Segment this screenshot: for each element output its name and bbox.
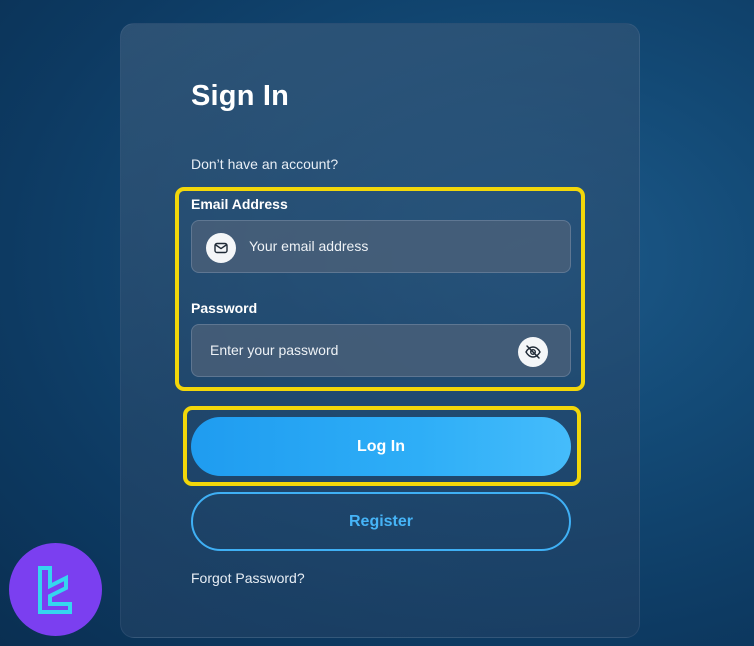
password-placeholder: Enter your password [210,342,339,358]
password-field[interactable]: Enter your password [191,324,571,377]
no-account-link[interactable]: Don’t have an account? [191,156,338,172]
signin-card: Sign In Don’t have an account? Email Add… [120,23,640,638]
email-label: Email Address [191,196,288,212]
login-button[interactable]: Log In [191,417,571,476]
page-title: Sign In [191,80,290,112]
eye-off-icon[interactable] [518,337,548,367]
password-label: Password [191,300,258,316]
register-button[interactable]: Register [191,492,571,551]
email-field[interactable]: Your email address [191,220,571,273]
mail-icon [206,233,236,263]
brand-logo-icon [37,565,72,614]
brand-logo [9,543,102,636]
forgot-password-link[interactable]: Forgot Password? [191,570,305,586]
email-placeholder: Your email address [249,238,369,254]
